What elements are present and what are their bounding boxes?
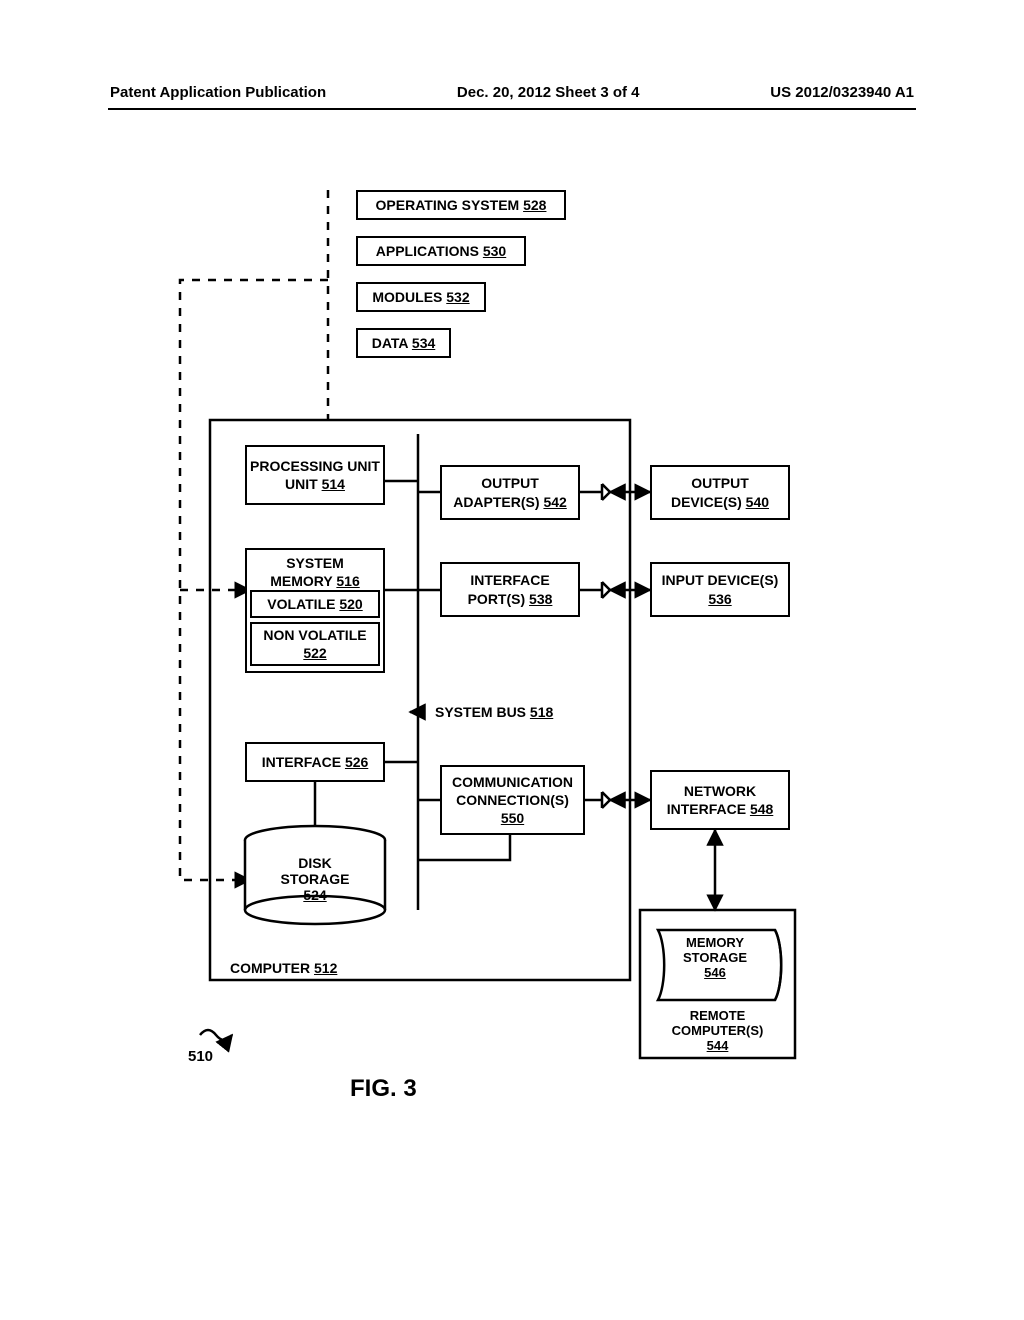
system-bus-label: SYSTEM BUS 518 (435, 704, 553, 720)
memory-storage-label-group: MEMORY STORAGE 546 (665, 935, 765, 980)
output-adapters-ref: 542 (543, 494, 566, 510)
header-center: Dec. 20, 2012 Sheet 3 of 4 (457, 84, 640, 101)
interface-ref: 526 (345, 754, 368, 770)
operating-system-box: OPERATING SYSTEM 528 (356, 190, 566, 220)
interface-label: INTERFACE (262, 754, 341, 770)
data-box: DATA 534 (356, 328, 451, 358)
output-devices-box: OUTPUT DEVICE(S) 540 (650, 465, 790, 520)
applications-label: APPLICATIONS (376, 243, 479, 259)
network-interface-ref: 548 (750, 801, 773, 817)
computer-ref: 512 (314, 960, 337, 976)
volatile-ref: 520 (339, 596, 362, 612)
interface-box: INTERFACE 526 (245, 742, 385, 782)
network-interface-box: NETWORK INTERFACE 548 (650, 770, 790, 830)
diagram-canvas: OPERATING SYSTEM 528 APPLICATIONS 530 MO… (150, 190, 850, 1100)
header-left: Patent Application Publication (110, 84, 326, 101)
disk-storage-ref: 524 (303, 887, 326, 903)
applications-ref: 530 (483, 243, 506, 259)
volatile-label: VOLATILE (267, 596, 335, 612)
input-devices-box: INPUT DEVICE(S) 536 (650, 562, 790, 617)
computer-label-group: COMPUTER 512 (230, 960, 337, 976)
page-header: Patent Application Publication Dec. 20, … (110, 84, 914, 101)
non-volatile-ref: 522 (303, 644, 326, 662)
processing-unit-label: PROCESSING UNIT (250, 457, 380, 475)
input-devices-ref: 536 (708, 590, 731, 608)
remote-computers-ref: 544 (707, 1038, 729, 1053)
comm-conn-box: COMMUNICATION CONNECTION(S) 550 (440, 765, 585, 835)
ref-510: 510 (188, 1048, 213, 1065)
processing-unit-ref: 514 (322, 476, 345, 492)
operating-system-ref: 528 (523, 197, 546, 213)
output-adapters-box: OUTPUT ADAPTER(S) 542 (440, 465, 580, 520)
remote-computers-label-group: REMOTE COMPUTER(S) 544 (650, 1008, 785, 1053)
output-devices-ref: 540 (746, 494, 769, 510)
interface-ports-box: INTERFACE PORT(S) 538 (440, 562, 580, 617)
system-memory-ref: 516 (336, 573, 359, 589)
computer-label: COMPUTER (230, 960, 310, 976)
applications-box: APPLICATIONS 530 (356, 236, 526, 266)
input-devices-label: INPUT DEVICE(S) (662, 571, 779, 589)
non-volatile-box: NON VOLATILE 522 (250, 622, 380, 666)
modules-label: MODULES (372, 289, 442, 305)
comm-conn-ref: 550 (501, 809, 524, 827)
volatile-box: VOLATILE 520 (250, 590, 380, 618)
data-label: DATA (372, 335, 408, 351)
header-rule (108, 108, 916, 110)
disk-storage-label: DISK STORAGE (281, 855, 350, 887)
interface-ports-ref: 538 (529, 591, 552, 607)
disk-storage-label-group: DISK STORAGE 524 (265, 855, 365, 903)
non-volatile-label: NON VOLATILE (263, 626, 366, 644)
data-ref: 534 (412, 335, 435, 351)
modules-ref: 532 (446, 289, 469, 305)
figure-caption: FIG. 3 (350, 1075, 417, 1103)
modules-box: MODULES 532 (356, 282, 486, 312)
operating-system-label: OPERATING SYSTEM (376, 197, 520, 213)
header-right: US 2012/0323940 A1 (770, 84, 914, 101)
processing-unit-box: PROCESSING UNIT UNIT 514 (245, 445, 385, 505)
memory-storage-ref: 546 (704, 965, 726, 980)
